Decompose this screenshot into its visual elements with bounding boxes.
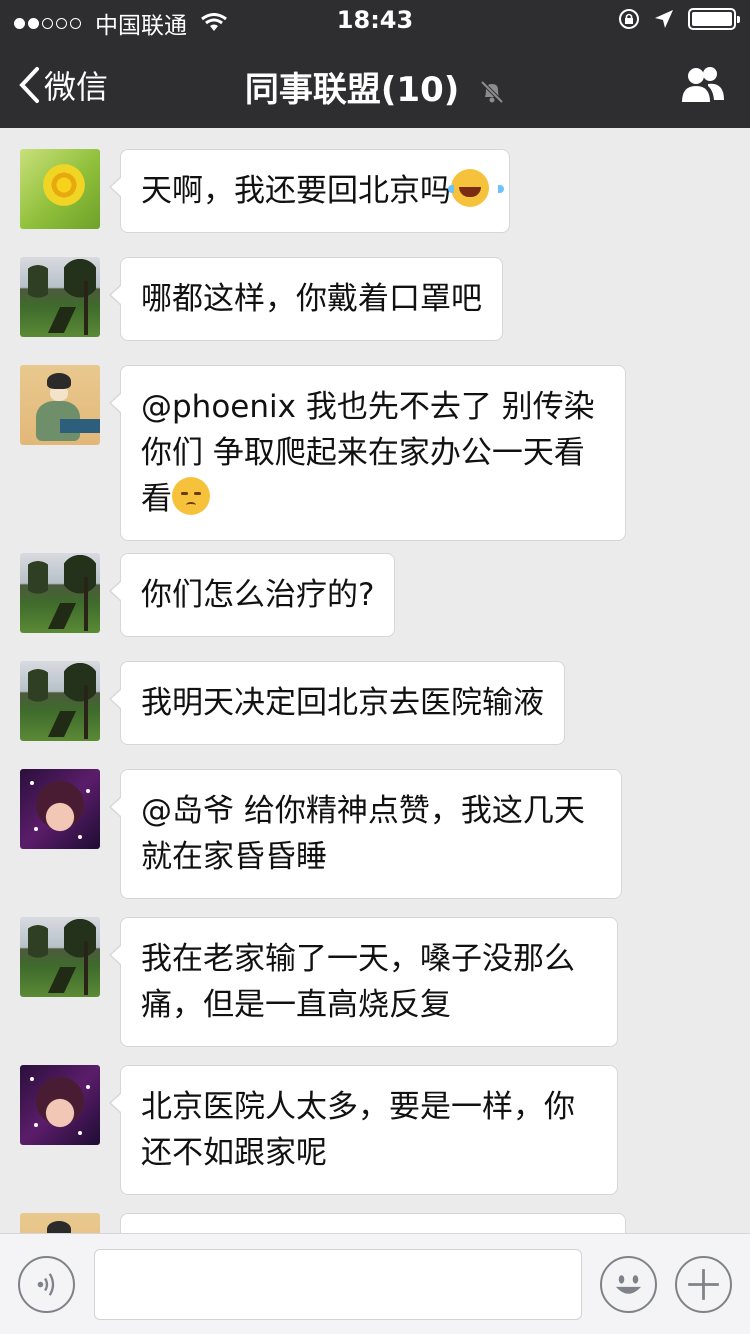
chat-header: 微信 同事联盟(10) <box>0 40 750 128</box>
message-item: 哪都这样，你戴着口罩吧 <box>20 257 503 341</box>
message-text-line: 还不如跟家呢 <box>141 1135 327 1171</box>
message-text: 你们怎么治疗的? <box>141 577 375 613</box>
avatar[interactable] <box>20 917 100 997</box>
message-text: 哪都这样，你戴着口罩吧 <box>141 281 482 317</box>
mute-bell-icon <box>480 80 504 103</box>
message-text: 我明天决定回北京去医院输液 <box>141 685 544 721</box>
more-button[interactable] <box>675 1256 732 1313</box>
avatar[interactable] <box>20 365 100 445</box>
rotation-lock-icon <box>619 9 639 29</box>
message-item: @phoenix 我也先不去了 别传染 你们 争取爬起来在家办公一天看 看 <box>20 365 626 541</box>
message-text-line: 北京医院人太多，要是一样，你 <box>141 1089 575 1125</box>
tears-of-joy-emoji <box>448 169 504 207</box>
message-bubble[interactable]: 北京医院人太多，要是一样，你 还不如跟家呢 <box>109 1065 618 1195</box>
input-bar <box>0 1233 750 1334</box>
group-members-icon[interactable] <box>678 64 726 104</box>
message-bubble[interactable]: 我明天决定回北京去医院输液 <box>109 661 565 745</box>
message-list[interactable]: 天啊，我还要回北京吗 哪都这样，你戴着口罩吧 @phoenix 我也先不去了 别… <box>0 128 750 1233</box>
message-text-line: @岛爷 给你精神点赞，我这几天 <box>141 793 585 829</box>
message-text-line: 我在老家输了一天，嗓子没那么 <box>141 941 575 977</box>
avatar[interactable] <box>20 257 100 337</box>
message-input[interactable] <box>94 1249 582 1320</box>
message-bubble[interactable] <box>120 1213 626 1233</box>
message-item: 我在老家输了一天，嗓子没那么 痛，但是一直高烧反复 <box>20 917 618 1047</box>
chat-title: 同事联盟(10) <box>0 62 750 111</box>
avatar[interactable] <box>20 553 100 633</box>
message-text-line: 你们 争取爬起来在家办公一天看 <box>141 435 585 471</box>
message-bubble[interactable]: 我在老家输了一天，嗓子没那么 痛，但是一直高烧反复 <box>109 917 618 1047</box>
group-name: 同事联盟(10) <box>244 70 460 110</box>
emoji-button[interactable] <box>600 1256 657 1313</box>
message-item: @岛爷 给你精神点赞，我这几天 就在家昏昏睡 <box>20 769 622 899</box>
battery-icon <box>688 8 740 30</box>
message-bubble[interactable]: 天啊，我还要回北京吗 <box>109 149 510 233</box>
avatar[interactable] <box>20 661 100 741</box>
message-bubble[interactable]: @phoenix 我也先不去了 别传染 你们 争取爬起来在家办公一天看 看 <box>109 365 626 541</box>
voice-button[interactable] <box>18 1256 75 1313</box>
message-bubble[interactable]: @岛爷 给你精神点赞，我这几天 就在家昏昏睡 <box>109 769 622 899</box>
status-bar: 中国联通 18:43 <box>0 0 750 40</box>
message-text-line: 痛，但是一直高烧反复 <box>141 987 451 1023</box>
message-text: 天啊，我还要回北京吗 <box>141 173 451 209</box>
message-item: 我明天决定回北京去医院输液 <box>20 661 565 745</box>
plus-icon <box>688 1269 719 1300</box>
voice-icon <box>37 1273 55 1296</box>
message-bubble[interactable]: 哪都这样，你戴着口罩吧 <box>109 257 503 341</box>
avatar[interactable] <box>20 769 100 849</box>
avatar[interactable] <box>20 149 100 229</box>
avatar[interactable] <box>20 1065 100 1145</box>
message-item: 你们怎么治疗的? <box>20 553 396 637</box>
location-arrow-icon <box>655 10 673 28</box>
message-item: 天啊，我还要回北京吗 <box>20 149 510 233</box>
message-text-line: @phoenix 我也先不去了 别传染 <box>141 389 595 425</box>
message-item <box>20 1213 626 1233</box>
smiley-icon <box>615 1275 642 1294</box>
message-item: 北京医院人太多，要是一样，你 还不如跟家呢 <box>20 1065 618 1195</box>
message-text-line: 就在家昏昏睡 <box>141 839 327 875</box>
message-bubble[interactable]: 你们怎么治疗的? <box>108 553 396 637</box>
avatar[interactable] <box>20 1213 100 1233</box>
pensive-emoji <box>172 477 210 515</box>
message-text-line: 看 <box>141 481 172 517</box>
